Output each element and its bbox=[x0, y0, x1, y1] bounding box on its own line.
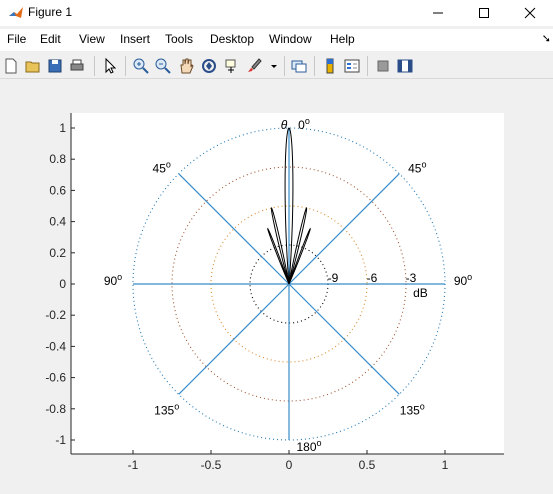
y-tick-label: 1 bbox=[59, 121, 66, 135]
menu-desktop[interactable]: Desktop bbox=[210, 32, 254, 46]
hide-plot-tools-icon[interactable] bbox=[374, 57, 392, 75]
toolbar-separator bbox=[367, 56, 368, 76]
legend-icon[interactable] bbox=[343, 57, 361, 75]
angle-label-180-degree-sup: o bbox=[317, 438, 322, 448]
menu-tools[interactable]: Tools bbox=[165, 32, 193, 46]
toolbar-separator bbox=[284, 56, 285, 76]
pan-icon[interactable] bbox=[177, 57, 195, 75]
angle-label-0-degree-sup: o bbox=[305, 116, 310, 126]
db-ring-label: -9 bbox=[328, 271, 339, 285]
print-icon[interactable] bbox=[68, 57, 86, 75]
x-tick-label: 0.5 bbox=[359, 458, 376, 472]
toolbar-separator bbox=[314, 56, 315, 76]
menu-view[interactable]: View bbox=[79, 32, 105, 46]
colorbar-icon[interactable] bbox=[321, 57, 339, 75]
data-cursor-icon[interactable] bbox=[223, 57, 241, 75]
y-tick-label: -0.6 bbox=[45, 371, 66, 385]
x-tick-label: 1 bbox=[442, 458, 449, 472]
new-figure-icon[interactable] bbox=[2, 57, 20, 75]
menu-help[interactable]: Help bbox=[330, 32, 355, 46]
minimize-button[interactable] bbox=[415, 0, 461, 26]
polar-plot[interactable]: -1 -0.5 0 0.5 1 1 0.8 0.6 0.4 0.2 0 -0.2 -0.4 -0.6 -0.… bbox=[0, 80, 553, 494]
y-tick-label: -0.8 bbox=[45, 402, 66, 416]
window-title: Figure 1 bbox=[28, 5, 73, 19]
y-tick-label: 0.4 bbox=[49, 215, 66, 229]
y-tick-label: -0.4 bbox=[45, 339, 66, 353]
close-button[interactable] bbox=[507, 0, 553, 26]
menu-file[interactable]: File bbox=[7, 32, 26, 46]
y-tick-label: 0.8 bbox=[49, 152, 66, 166]
title-bar: Figure 1 bbox=[0, 0, 553, 26]
maximize-button[interactable] bbox=[461, 0, 507, 26]
zoom-in-icon[interactable] bbox=[132, 57, 150, 75]
angle-label-45-degree-sup: o bbox=[166, 160, 171, 170]
y-tick-label: 0.6 bbox=[49, 183, 66, 197]
y-tick-label: 0.2 bbox=[49, 246, 66, 260]
db-ring-label: -6 bbox=[367, 271, 378, 285]
menu-edit[interactable]: Edit bbox=[40, 32, 61, 46]
theta-label: θ bbox=[281, 118, 288, 132]
x-tick-label: 0 bbox=[286, 458, 293, 472]
angle-label-45-degree-sup: o bbox=[421, 160, 426, 170]
rotate-3d-icon[interactable] bbox=[200, 57, 218, 75]
pointer-icon[interactable] bbox=[101, 57, 119, 75]
figure-canvas: -1 -0.5 0 0.5 1 1 0.8 0.6 0.4 0.2 0 -0.2 -0.4 -0.6 -0.… bbox=[0, 80, 553, 494]
y-tick-label: 0 bbox=[59, 277, 66, 291]
y-tick-label: -1 bbox=[55, 433, 66, 447]
link-plot-icon[interactable] bbox=[290, 57, 308, 75]
db-unit-label: dB bbox=[413, 286, 428, 300]
angle-label-135-degree-sup: o bbox=[174, 401, 179, 411]
figure-toolbar bbox=[0, 53, 553, 79]
y-tick-label: -0.2 bbox=[45, 308, 66, 322]
angle-label-135-degree-sup: o bbox=[420, 401, 425, 411]
brush-dropdown-icon[interactable] bbox=[265, 57, 283, 75]
close-icon bbox=[524, 7, 536, 19]
angle-label-90-degree-sup: o bbox=[467, 272, 472, 282]
matlab-logo-icon bbox=[9, 7, 23, 18]
open-file-icon[interactable] bbox=[24, 57, 42, 75]
zoom-out-icon[interactable] bbox=[154, 57, 172, 75]
brush-icon[interactable] bbox=[245, 57, 263, 75]
show-plot-tools-icon[interactable] bbox=[396, 57, 414, 75]
menu-window[interactable]: Window bbox=[269, 32, 312, 46]
maximize-icon bbox=[479, 8, 489, 18]
toolbar-separator bbox=[125, 56, 126, 76]
angle-label-90-degree-sup: o bbox=[117, 272, 122, 282]
menu-insert[interactable]: Insert bbox=[120, 32, 150, 46]
db-ring-label: -3 bbox=[406, 271, 417, 285]
x-tick-label: -0.5 bbox=[201, 458, 222, 472]
save-icon[interactable] bbox=[46, 57, 64, 75]
x-tick-label: -1 bbox=[128, 458, 139, 472]
minimize-icon bbox=[433, 12, 443, 14]
menu-bar: File Edit View Insert Tools Desktop Wind… bbox=[0, 29, 553, 51]
toolbar-separator bbox=[94, 56, 95, 76]
dock-arrow-icon[interactable]: ➘ bbox=[542, 32, 551, 45]
